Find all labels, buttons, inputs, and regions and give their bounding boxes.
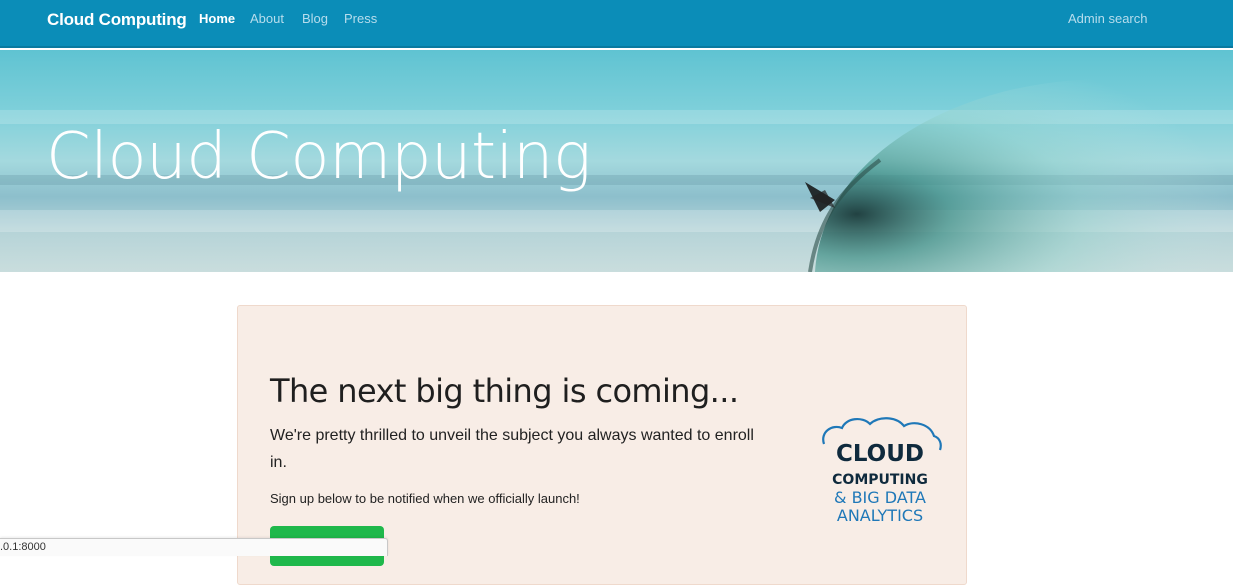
card-lead: We're pretty thrilled to unveil the subj…: [270, 427, 754, 471]
nav-about[interactable]: About: [250, 11, 284, 26]
logo-line-4: ANALYTICS: [837, 506, 923, 525]
nav-home[interactable]: Home: [199, 11, 235, 26]
logo-line-1: CLOUD: [836, 441, 924, 467]
status-url: .0.1:8000: [0, 541, 46, 553]
cloud-computing-logo: CLOUD COMPUTING & BIG DATA ANALYTICS: [822, 417, 942, 525]
nav-press[interactable]: Press: [344, 11, 377, 26]
top-navbar: Cloud Computing Home About Blog Press Ad…: [0, 0, 1233, 48]
browser-status-bar: .0.1:8000: [0, 538, 388, 556]
card-heading: The next big thing is coming...: [270, 372, 739, 410]
card-note: Sign up below to be notified when we off…: [270, 491, 580, 506]
logo-line-2: COMPUTING: [832, 472, 928, 488]
brand-link[interactable]: Cloud Computing: [47, 10, 187, 30]
logo-line-3: & BIG DATA: [834, 488, 926, 507]
hero-motion-art: [805, 78, 1233, 272]
nav-blog[interactable]: Blog: [302, 11, 328, 26]
hero-title: Cloud Computing: [46, 120, 591, 194]
hero-banner: Cloud Computing: [0, 50, 1233, 272]
nav-admin-search[interactable]: Admin search: [1068, 11, 1147, 26]
